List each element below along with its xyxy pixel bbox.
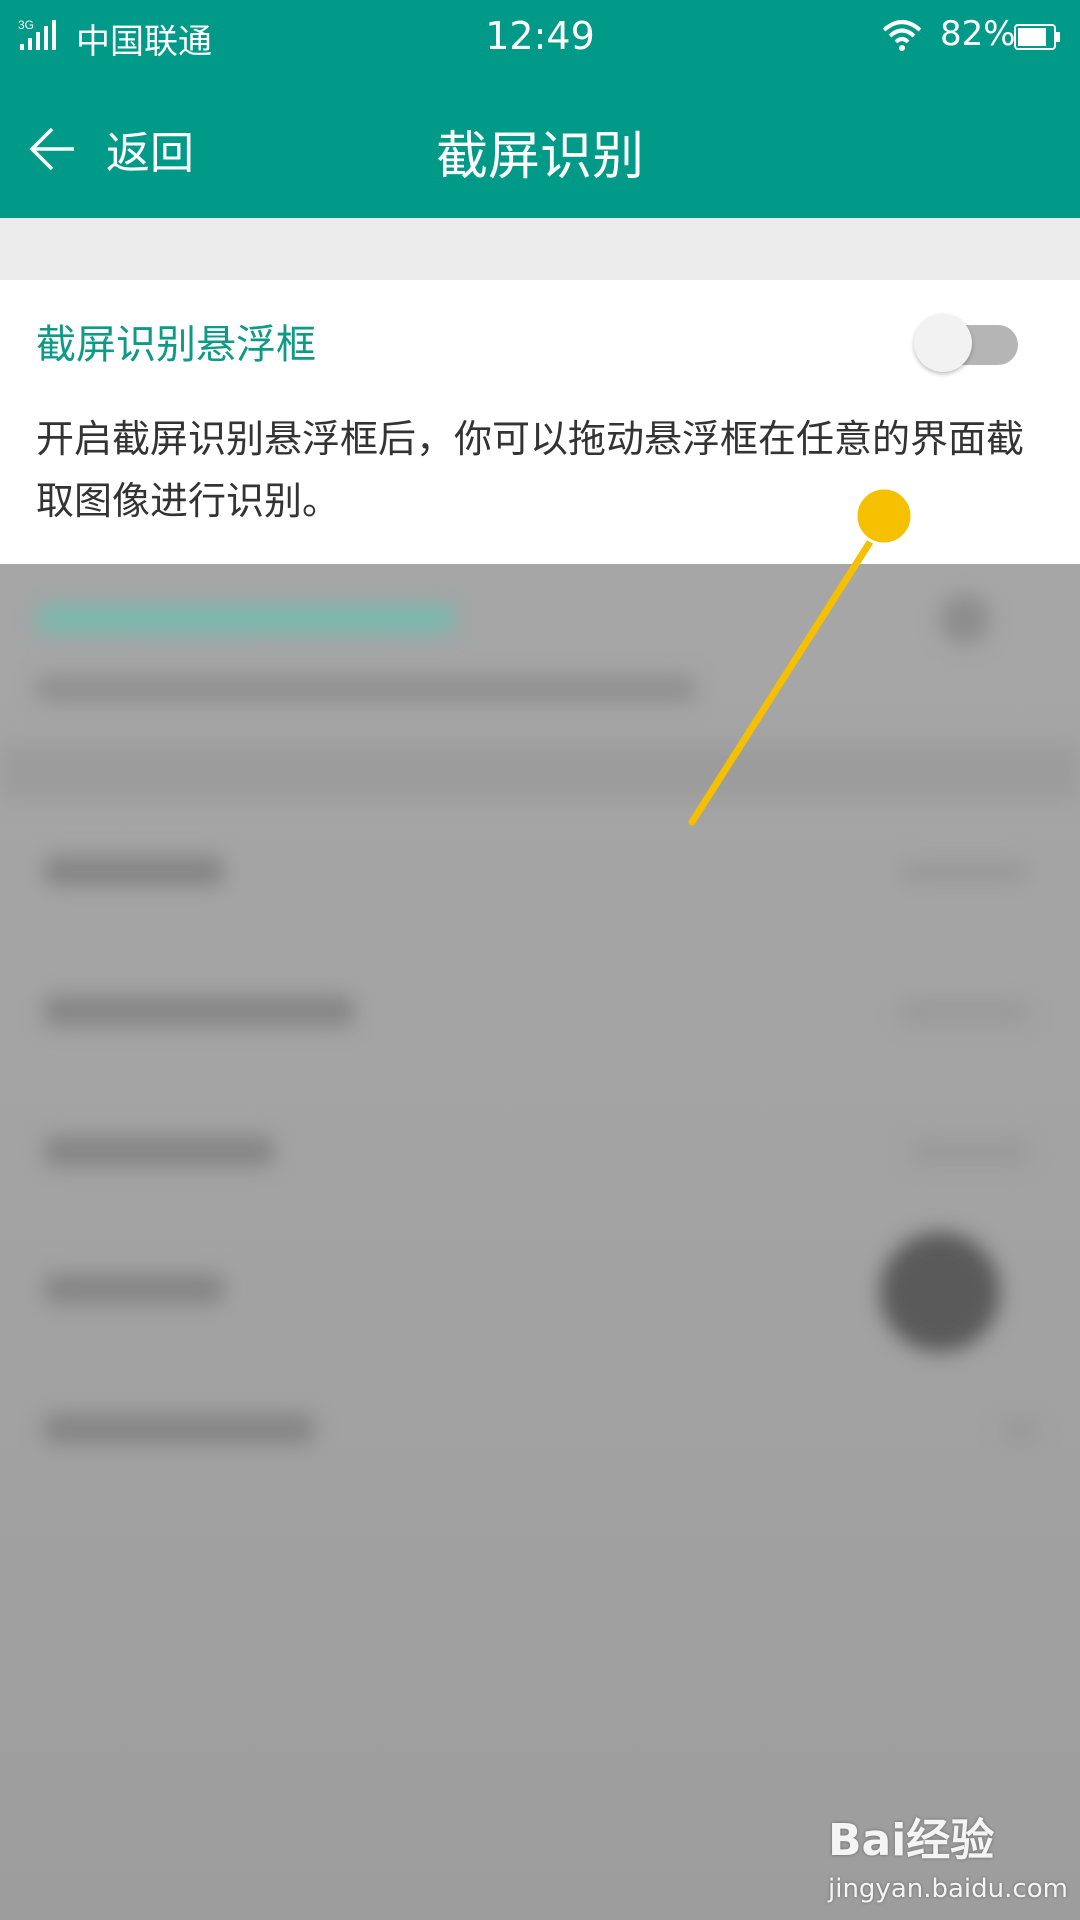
app-header: 返回 截屏识别 <box>0 76 1080 218</box>
page-title: 截屏识别 <box>435 127 644 187</box>
baidu-jingyan-watermark: Bai经验 jingyan.baidu.com <box>828 1804 1068 1904</box>
blurred-background-content <box>0 564 1080 1920</box>
status-bar: 3G 中国联通 12:49 82% <box>0 0 1080 76</box>
watermark-url: jingyan.baidu.com <box>828 1874 1068 1904</box>
wifi-icon <box>882 20 922 51</box>
setting-description: 开启截屏识别悬浮框后，你可以拖动悬浮框在任意的界面截取图像进行识别。 <box>36 417 1025 523</box>
toggle-knob <box>914 314 972 372</box>
setting-card: 截屏识别悬浮框 开启截屏识别悬浮框后，你可以拖动悬浮框在任意的界面截取图像进行识… <box>0 280 1080 566</box>
section-gap <box>0 218 1080 280</box>
setting-title: 截屏识别悬浮框 <box>36 322 316 368</box>
battery-icon <box>1014 24 1060 50</box>
watermark-brand: Bai经验 <box>828 1815 995 1866</box>
floating-window-toggle[interactable] <box>914 314 1020 372</box>
battery-percent: 82% <box>940 14 1016 54</box>
